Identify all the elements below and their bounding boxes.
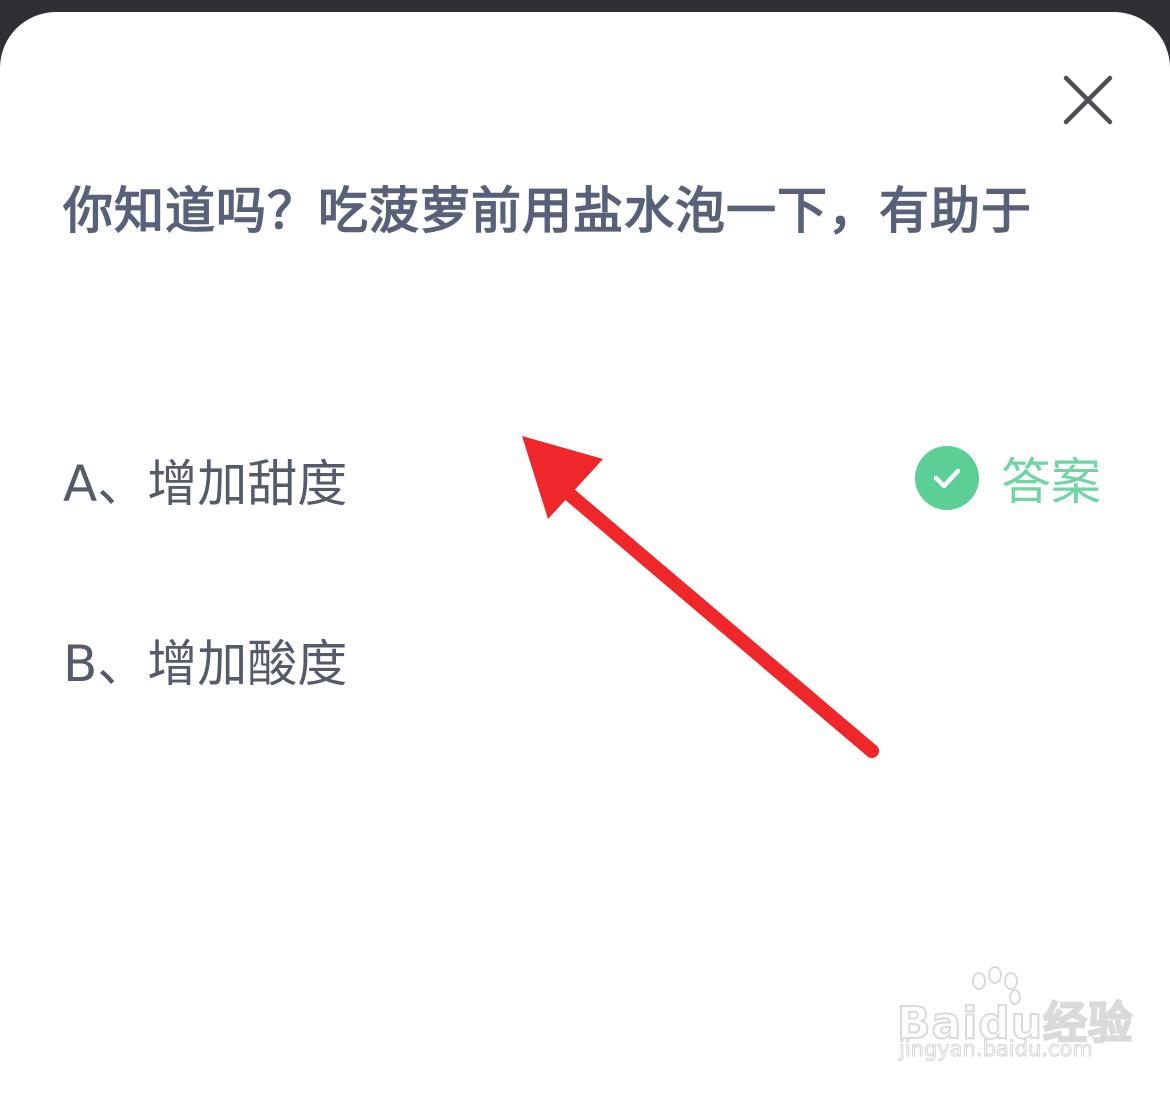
- option-b[interactable]: B、增加酸度: [63, 624, 347, 696]
- quiz-dialog: 你知道吗？吃菠萝前用盐水泡一下，有助于 A、增加甜度 答案 B、增加酸度: [0, 12, 1170, 1094]
- option-a[interactable]: A、增加甜度: [63, 444, 347, 516]
- answer-badge: 答案: [915, 445, 1101, 511]
- answer-label: 答案: [1001, 453, 1101, 511]
- baidu-watermark: Baidu经验 jingyan.baidu.com: [893, 965, 1133, 1070]
- watermark-url: jingyan.baidu.com: [899, 1037, 1094, 1062]
- question-text: 你知道吗？吃菠萝前用盐水泡一下，有助于: [63, 182, 1032, 240]
- check-circle-icon: [915, 446, 979, 510]
- close-button[interactable]: [1058, 70, 1118, 130]
- close-icon: [1063, 75, 1113, 125]
